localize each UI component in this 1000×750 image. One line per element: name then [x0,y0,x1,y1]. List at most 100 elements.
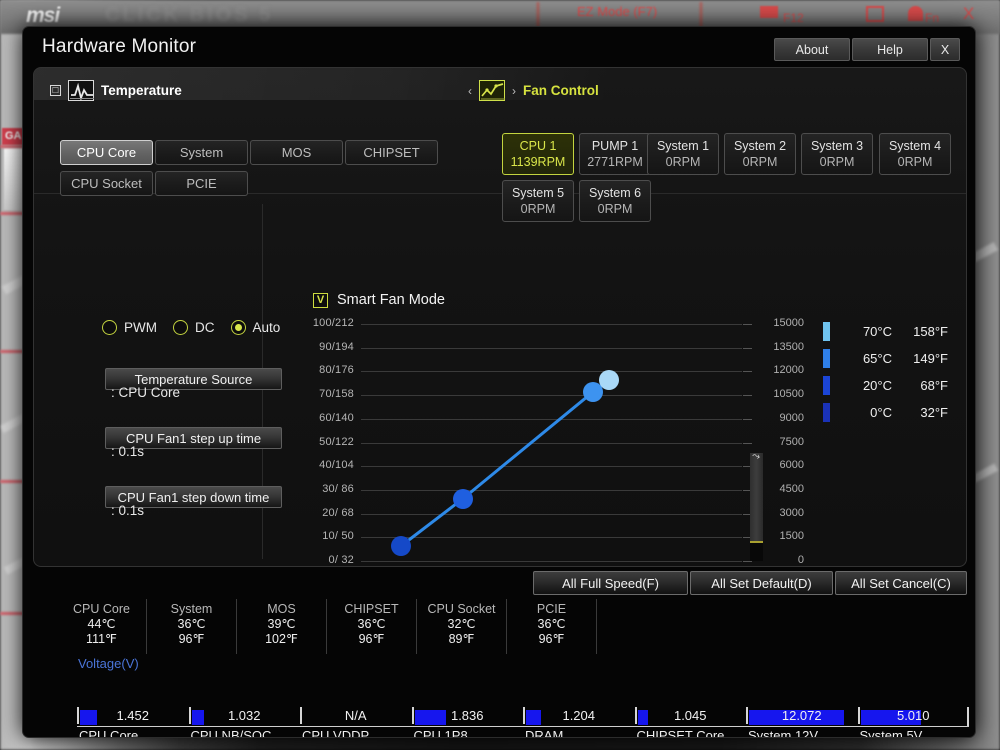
fan-name: System 6 [588,185,642,200]
smart-fan-checkbox[interactable]: V [313,292,328,308]
about-button[interactable]: About [774,38,850,61]
fan-selector-system-3[interactable]: System 3 0RPM [801,133,873,175]
chart-y-tick: 60/140 [319,411,354,424]
readout-name: System [170,602,213,616]
readout-name: MOS [267,602,296,616]
chart-rpm-tick-dash [743,371,752,373]
fan-selector-system-2[interactable]: System 2 0RPM [724,133,796,175]
fan-curve-chart[interactable] [361,324,742,562]
chart-y-tick: 30/ 86 [322,482,354,495]
fan-graph-icon [479,80,505,101]
readout-celsius: 36℃ [357,617,386,631]
legend-swatch [823,322,830,341]
chart-rpm-tick-dash [743,561,752,562]
legend-swatch [823,403,830,422]
fan-name: System 2 [733,138,787,153]
chart-y-tick: 50/122 [319,435,354,448]
fan-rpm: 0RPM [897,154,933,169]
readout-fahrenheit: 96℉ [178,632,205,646]
legend-temp-fahrenheit: 158°F [913,324,948,339]
chart-rpm-tick-dash [743,442,752,444]
action-all-set-cancel-c-[interactable]: All Set Cancel(C) [835,571,967,595]
bios-close-icon: X [963,4,975,23]
temperature-tab-system[interactable]: System [155,140,248,165]
voltage-label: CPU 1P8 [413,728,468,738]
legend-temp-fahrenheit: 32°F [920,405,948,420]
chart-rpm-tick: 3000 [779,506,804,519]
readout-celsius: 36℃ [537,617,566,631]
tab-label: CHIPSET [363,145,420,160]
voltage-value: N/A [344,708,367,723]
fan-curve-point-3[interactable] [599,370,619,391]
temperature-tab-cpu-core[interactable]: CPU Core [60,140,153,165]
temperature-tab-mos[interactable]: MOS [250,140,343,165]
chart-y-tick: 40/104 [319,459,354,472]
tab-label: CPU Core [76,145,137,160]
fan-rpm: 0RPM [520,201,556,216]
chart-gridline [361,561,742,562]
temperature-section-title: Temperature [101,83,182,98]
chart-rpm-tick: 9000 [779,411,804,424]
temperature-tab-pcie[interactable]: PCIE [155,171,248,196]
collapse-checkbox-icon[interactable]: ☐ [50,85,61,96]
legend-temp-celsius: 0°C [870,405,892,420]
action-all-set-default-d-[interactable]: All Set Default(D) [690,571,833,595]
fan-selector-system-5[interactable]: System 5 0RPM [502,180,574,222]
readout-celsius: 36℃ [177,617,206,631]
legend-temp-fahrenheit: 68°F [920,378,948,393]
fan-name: System 1 [656,138,710,153]
legend-temp-celsius: 70°C [862,324,892,339]
prev-arrow-icon[interactable]: ‹ [468,84,472,98]
close-button[interactable]: X [930,38,960,61]
voltage-value: 1.836 [450,708,484,723]
chart-rpm-tick: 12000 [773,364,804,377]
chart-y-tick: 10/ 50 [322,530,354,543]
fan-selector-system-4[interactable]: System 4 0RPM [879,133,951,175]
note-icon [866,6,884,22]
f12-label: F12 [783,11,804,25]
legend-duty-percent: 75% [948,351,966,366]
temperature-tab-chipset[interactable]: CHIPSET [345,140,438,165]
fan-mode-radio-pwm[interactable] [102,320,117,335]
fan-curve-legend: 70°C 158°F100% 65°C 149°F75% 20°C 68°F20% 0°C 3… [823,318,966,426]
temp-readout-system: System 36℃ 96℉ [147,599,237,654]
chart-rpm-tick-dash [743,395,752,397]
fan-rpm: 1139RPM [510,154,566,169]
readout-name: CPU Socket [427,602,496,616]
temperature-graph-icon [68,80,94,102]
temperature-tab-cpu-socket[interactable]: CPU Socket [60,171,153,196]
voltage-value: 1.045 [673,708,707,723]
smart-fan-mode-row[interactable]: V Smart Fan Mode [313,292,445,308]
fan-curve-point-1[interactable] [453,488,473,509]
chart-rpm-tick: 1500 [779,530,804,543]
fan-selector-pump-1[interactable]: PUMP 1 2771RPM [579,133,651,175]
fan-mode-radio-dc[interactable] [173,320,188,335]
temp-readout-pcie: PCIE 36℃ 96℉ [507,599,597,654]
fan-mode-radio-auto[interactable] [230,320,246,335]
fan-selector-system-6[interactable]: System 6 0RPM [579,180,651,222]
legend-duty-percent: 100% [948,324,966,339]
temperature-source-value: : CPU Core [111,385,181,400]
voltage-label: System 5V [859,728,923,738]
chart-rpm-tick-dash [743,324,752,325]
action-all-full-speed-f-[interactable]: All Full Speed(F) [533,571,688,595]
legend-temp-fahrenheit: 149°F [913,351,948,366]
readout-fahrenheit: 96℉ [358,632,385,646]
fan-rpm: 0RPM [819,154,855,169]
chart-y-tick: 100/212 [312,317,354,329]
fan-curve-line [400,378,610,548]
window-title: Hardware Monitor [42,36,197,57]
help-button[interactable]: Help [852,38,928,61]
fan-selector-system-1[interactable]: System 1 0RPM [647,133,719,175]
legend-swatch [823,349,830,368]
readout-fahrenheit: 111℉ [86,632,117,646]
chart-rpm-tick: 4500 [779,482,804,495]
next-arrow-icon[interactable]: › [512,84,516,98]
fan-control-section-title: Fan Control [523,83,599,98]
fan-name: PUMP 1 [591,138,639,153]
legend-swatch [823,376,830,395]
legend-row-0: 70°C 158°F100% [823,318,966,345]
fan-mode-label-dc: DC [195,320,215,335]
fan-selector-cpu-1[interactable]: CPU 1 1139RPM [502,133,574,175]
fan-curve-point-0[interactable] [391,536,411,556]
